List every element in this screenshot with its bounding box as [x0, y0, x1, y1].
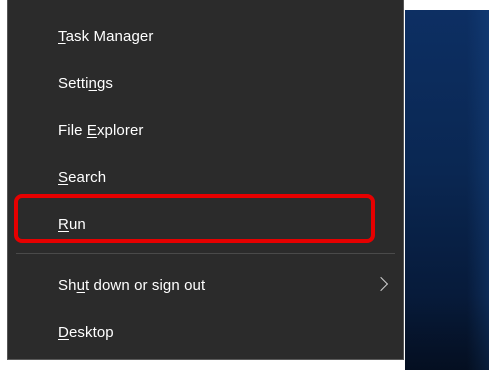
menu-item-settings[interactable]: Settings — [8, 65, 403, 101]
accelerator-key: D — [58, 323, 69, 341]
menu-item-desktop[interactable]: Desktop — [8, 314, 403, 350]
power-user-context-menu: Task Manager Settings File Explorer Sear… — [7, 0, 404, 360]
menu-item-run[interactable]: Run — [8, 206, 403, 242]
menu-item-file-explorer[interactable]: File Explorer — [8, 112, 403, 148]
menu-item-shut-down-or-sign-out[interactable]: Shut down or sign out — [8, 267, 403, 303]
desktop-floor-shadow — [405, 295, 489, 370]
screenshot-frame: Task Manager Settings File Explorer Sear… — [0, 0, 489, 370]
accelerator-key: n — [88, 74, 97, 92]
chevron-right-icon — [373, 276, 389, 292]
menu-item-label: Run — [58, 215, 86, 233]
accelerator-key: S — [58, 168, 69, 186]
menu-item-label: Shut down or sign out — [58, 276, 206, 294]
menu-item-label: Search — [58, 168, 107, 186]
desktop-background[interactable] — [405, 10, 489, 370]
menu-item-label: Task Manager — [58, 27, 154, 45]
menu-item-label: Settings — [58, 74, 114, 92]
menu-item-label: Desktop — [58, 323, 114, 341]
accelerator-key: R — [58, 215, 69, 233]
menu-item-search[interactable]: Search — [8, 159, 403, 195]
menu-item-label: File Explorer — [58, 121, 144, 139]
menu-separator — [16, 253, 395, 254]
accelerator-key: E — [86, 121, 97, 139]
menu-item-task-manager[interactable]: Task Manager — [8, 18, 403, 54]
accelerator-key: T — [58, 27, 66, 45]
accelerator-key: u — [76, 276, 86, 294]
